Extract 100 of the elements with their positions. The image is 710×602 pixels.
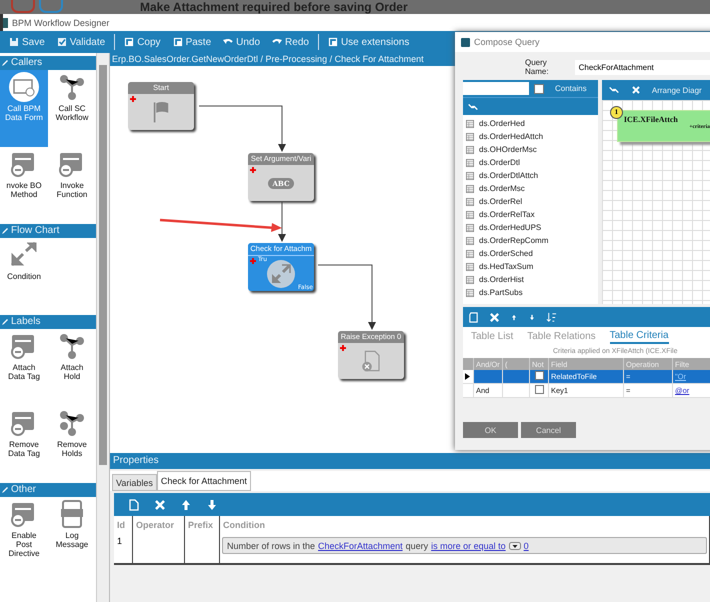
dropdown-icon[interactable] (508, 542, 521, 550)
close-icon[interactable] (630, 85, 642, 95)
plus-icon[interactable] (130, 96, 136, 102)
table-icon (466, 198, 474, 206)
table-list-item[interactable]: ds.OrderMsc (466, 182, 598, 195)
app-icon (3, 18, 8, 28)
table-list-item[interactable]: ds.OrderHedUPS (466, 221, 598, 234)
pencil-icon (2, 228, 8, 234)
connector-arrow (278, 202, 286, 242)
delete-icon[interactable] (154, 498, 166, 510)
panel-header: Properties (110, 453, 710, 469)
table-icon (466, 132, 474, 140)
palette-item[interactable]: nvoke BO Method (0, 147, 48, 224)
row-pointer-icon (465, 373, 470, 380)
toolbar-button[interactable]: Validate (54, 34, 108, 50)
table-icon (466, 250, 474, 258)
column-header: Id (114, 516, 132, 534)
table-icon (466, 172, 474, 180)
connector-arrow (318, 264, 376, 330)
app-logo-icon (461, 38, 470, 46)
tab[interactable]: Variables (112, 474, 157, 491)
checkbox[interactable] (534, 371, 544, 380)
table-list-item[interactable]: ds.PartSubs (466, 286, 598, 299)
pencil-icon (2, 487, 8, 493)
table-list-item[interactable]: ds.OrderHist (466, 273, 598, 286)
table-icon (466, 184, 474, 192)
condition-icon (266, 259, 296, 289)
window-title: BPM Workflow Designer (12, 18, 110, 28)
table-list-item[interactable]: ds.OrderHed (466, 117, 598, 130)
table-icon (466, 288, 474, 296)
table-icon (466, 236, 474, 244)
toolbar-button[interactable]: Copy (121, 34, 164, 50)
new-document-icon[interactable] (468, 312, 479, 322)
table-list-item[interactable]: ds.OrderRelTax (466, 208, 598, 221)
table-icon (466, 158, 474, 166)
page-heading: Make Attachment required before saving Order (140, 0, 408, 14)
checkbox[interactable] (534, 84, 544, 94)
table-icon (466, 224, 474, 232)
toolbar-button[interactable]: Save (6, 34, 48, 50)
table-icon (466, 120, 474, 128)
section-header[interactable]: Other (0, 483, 96, 497)
column-header: Prefix (184, 516, 220, 534)
save-icon (9, 37, 19, 47)
table-cell: 1 (114, 534, 132, 564)
table-list-item[interactable]: ds.OHOrderMsc (466, 143, 598, 156)
plus-icon[interactable] (340, 345, 346, 351)
scrollbar[interactable] (96, 53, 109, 602)
section-header[interactable]: Callers (0, 56, 96, 70)
palette-item[interactable]: Call SC Workflow (48, 70, 96, 147)
toolbar-button[interactable]: Use extensions (324, 34, 412, 50)
condition-link[interactable]: is more or equal to (431, 540, 506, 550)
tab[interactable]: Check for Attachment (156, 471, 251, 491)
condition-link[interactable]: 0 (524, 540, 529, 550)
sort-icon[interactable] (546, 312, 557, 322)
pencil-icon (2, 319, 8, 325)
table-list-item[interactable]: ds.OrderDtlAttch (466, 169, 598, 182)
pencil-icon (2, 60, 8, 66)
delete-icon[interactable] (489, 312, 500, 322)
table-icon (466, 262, 474, 270)
table-list-item[interactable]: ds.OrderRel (466, 195, 598, 208)
plus-icon[interactable] (250, 167, 256, 173)
arrow-up-icon[interactable] (180, 498, 192, 510)
palette-item[interactable]: Attach Data Tag (0, 329, 48, 406)
toolbar-button[interactable]: Paste (170, 34, 214, 50)
table-list-item[interactable]: ds.HedTaxSum (466, 260, 598, 273)
table-list-item[interactable]: ds.OrderSched (466, 247, 598, 260)
toolbar-button[interactable]: Redo (269, 34, 312, 50)
condition-text: query (406, 540, 428, 550)
palette-item[interactable]: Condition (0, 238, 48, 315)
condition-editor[interactable]: Number of rows in the CheckForAttachment query is more or equal to 0 (222, 537, 707, 554)
query-name-field[interactable]: CheckForAttachment (574, 60, 710, 74)
table-icon (466, 210, 474, 218)
palette-item[interactable]: Attach Hold (48, 329, 96, 406)
column-header: Operator (132, 516, 184, 534)
checkbox-label: Contains (555, 84, 587, 93)
column-header: Condition (220, 516, 710, 534)
palette-item[interactable]: Log Message (48, 497, 96, 574)
toolbar-button[interactable]: Undo (220, 34, 264, 50)
new-document-icon[interactable] (128, 498, 140, 510)
table-list-item[interactable]: ds.OrderHedAttch (466, 130, 598, 143)
net-icon (57, 72, 87, 102)
palette-item[interactable]: Remove Holds (48, 406, 96, 483)
table-list-item[interactable]: ds.OrderRepComm (466, 234, 598, 247)
palette-item[interactable]: Enable Post Directive (0, 497, 48, 574)
condition-link[interactable]: CheckForAttachment (318, 540, 403, 550)
section-header[interactable]: Flow Chart (0, 224, 96, 238)
dialog-title: Compose Query (474, 37, 540, 47)
checkbox[interactable] (534, 385, 544, 394)
table-icon (466, 276, 474, 284)
table-icon (466, 146, 474, 154)
section-header[interactable]: Labels (0, 315, 96, 329)
palette-item[interactable]: Remove Data Tag (0, 406, 48, 483)
condition-text: Number of rows in the (227, 540, 316, 550)
table-list-item[interactable]: ds.OrderDtl (466, 156, 598, 169)
arrow-down-icon[interactable] (206, 498, 218, 510)
search-field[interactable] (463, 82, 529, 95)
palette-item[interactable]: Invoke Function (48, 147, 96, 224)
check-icon (56, 37, 67, 47)
square-icon (328, 37, 338, 47)
form-icon (9, 72, 39, 102)
